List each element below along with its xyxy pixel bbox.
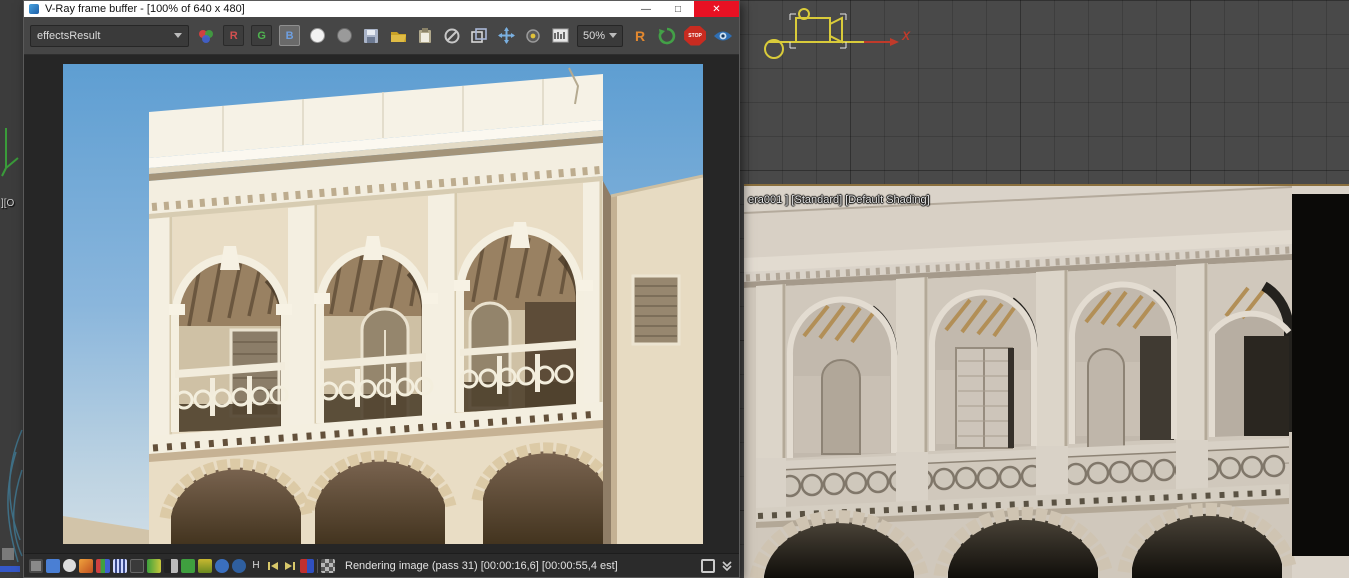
shaded-viewport[interactable]: era001 ] [Standard] [Default Shading] [743,184,1349,578]
channel-select-value: effectsResult [37,29,101,42]
region-render-label: R [635,27,646,44]
separator [317,558,318,573]
display-settings-icon[interactable] [29,558,43,573]
ab-compare-icon[interactable] [300,558,314,573]
pixel-aspect-icon[interactable] [46,558,60,573]
info-icon[interactable] [63,559,76,572]
left-viewport-label: ][O [1,198,15,209]
vray-eye-icon[interactable] [713,26,733,46]
window-title: V-Ray frame buffer - [100% of 640 x 480] [45,3,245,15]
region-render-button[interactable]: R [630,26,650,46]
blue-channel-button[interactable]: B [279,25,301,46]
stop-label: STOP [688,32,702,39]
wireframe-curves [7,429,23,563]
axis-tripod-icon [1,128,19,177]
zoom-level-select[interactable]: 50% [577,24,624,47]
background-checker-toggle[interactable] [321,558,335,573]
vray-window-icon [29,4,39,14]
desktop-3dsmax: X ][O era001] [Standard] [Default Shadi… [0,0,1349,578]
close-button[interactable]: ✕ [694,1,739,17]
contrast-icon[interactable] [164,558,178,573]
copy-to-clipboard-button[interactable] [415,26,435,46]
zoom-level-value: 50% [583,29,606,42]
clear-image-button[interactable] [442,26,462,46]
maximize-button[interactable]: □ [662,1,694,17]
history-next-button[interactable] [283,559,297,573]
vfb-toolbar: effectsResult R G B 50% R STOP [24,17,739,55]
history-button[interactable]: H [249,559,263,573]
red-channel-button[interactable]: R [223,25,245,46]
stamp-icon[interactable] [550,26,570,46]
rgb-channels-icon[interactable] [196,26,216,46]
hue-saturation-icon[interactable] [147,558,161,573]
color-balance-icon[interactable] [96,558,110,573]
history-prev-button[interactable] [266,559,280,573]
clay-render [743,186,1349,578]
collapse-chevrons-icon[interactable] [720,559,734,573]
pixel-probe-icon[interactable] [523,26,543,46]
vfb-canvas-area[interactable] [24,55,739,553]
icc-profile-icon[interactable] [232,558,246,573]
save-image-button[interactable] [361,26,381,46]
detach-panel-icon[interactable] [701,558,715,573]
vray-frame-buffer-window: V-Ray frame buffer - [100% of 640 x 480]… [23,0,740,578]
camera-gizmo[interactable]: X [744,2,924,74]
chevron-down-icon [609,33,618,38]
duplicate-buffer-button[interactable] [469,26,489,46]
load-image-button[interactable] [388,26,408,46]
chevron-down-icon [174,33,183,38]
green-channel-button[interactable]: G [251,25,273,46]
levels-icon[interactable] [113,558,127,573]
green-swatch-icon[interactable] [181,558,195,573]
minimize-button[interactable]: — [630,1,662,17]
vfb-titlebar[interactable]: V-Ray frame buffer - [100% of 640 x 480]… [24,1,739,17]
x-axis-label: X [901,29,911,43]
track-mouse-icon[interactable] [496,26,516,46]
stop-render-button[interactable]: STOP [684,25,706,46]
exposure-icon[interactable] [79,558,93,573]
left-viewport-edge: ][O [0,0,23,578]
alpha-channel-button[interactable] [334,26,354,46]
ocio-icon[interactable] [215,558,229,573]
render-status-text: Rendering image (pass 31) [00:00:16,6] [… [345,559,618,572]
curves-icon[interactable] [130,558,144,573]
monochrome-channel-button[interactable] [307,26,327,46]
viewport-label[interactable]: era001 ] [Standard] [Default Shading] [748,194,930,206]
lut-icon[interactable] [198,558,212,573]
render-last-button[interactable] [657,26,677,46]
channel-select-dropdown[interactable]: effectsResult [30,24,190,47]
vfb-statusbar: H Rendering image (pass 31) [00:00:16,6]… [24,553,739,577]
rendered-image[interactable] [63,64,703,544]
